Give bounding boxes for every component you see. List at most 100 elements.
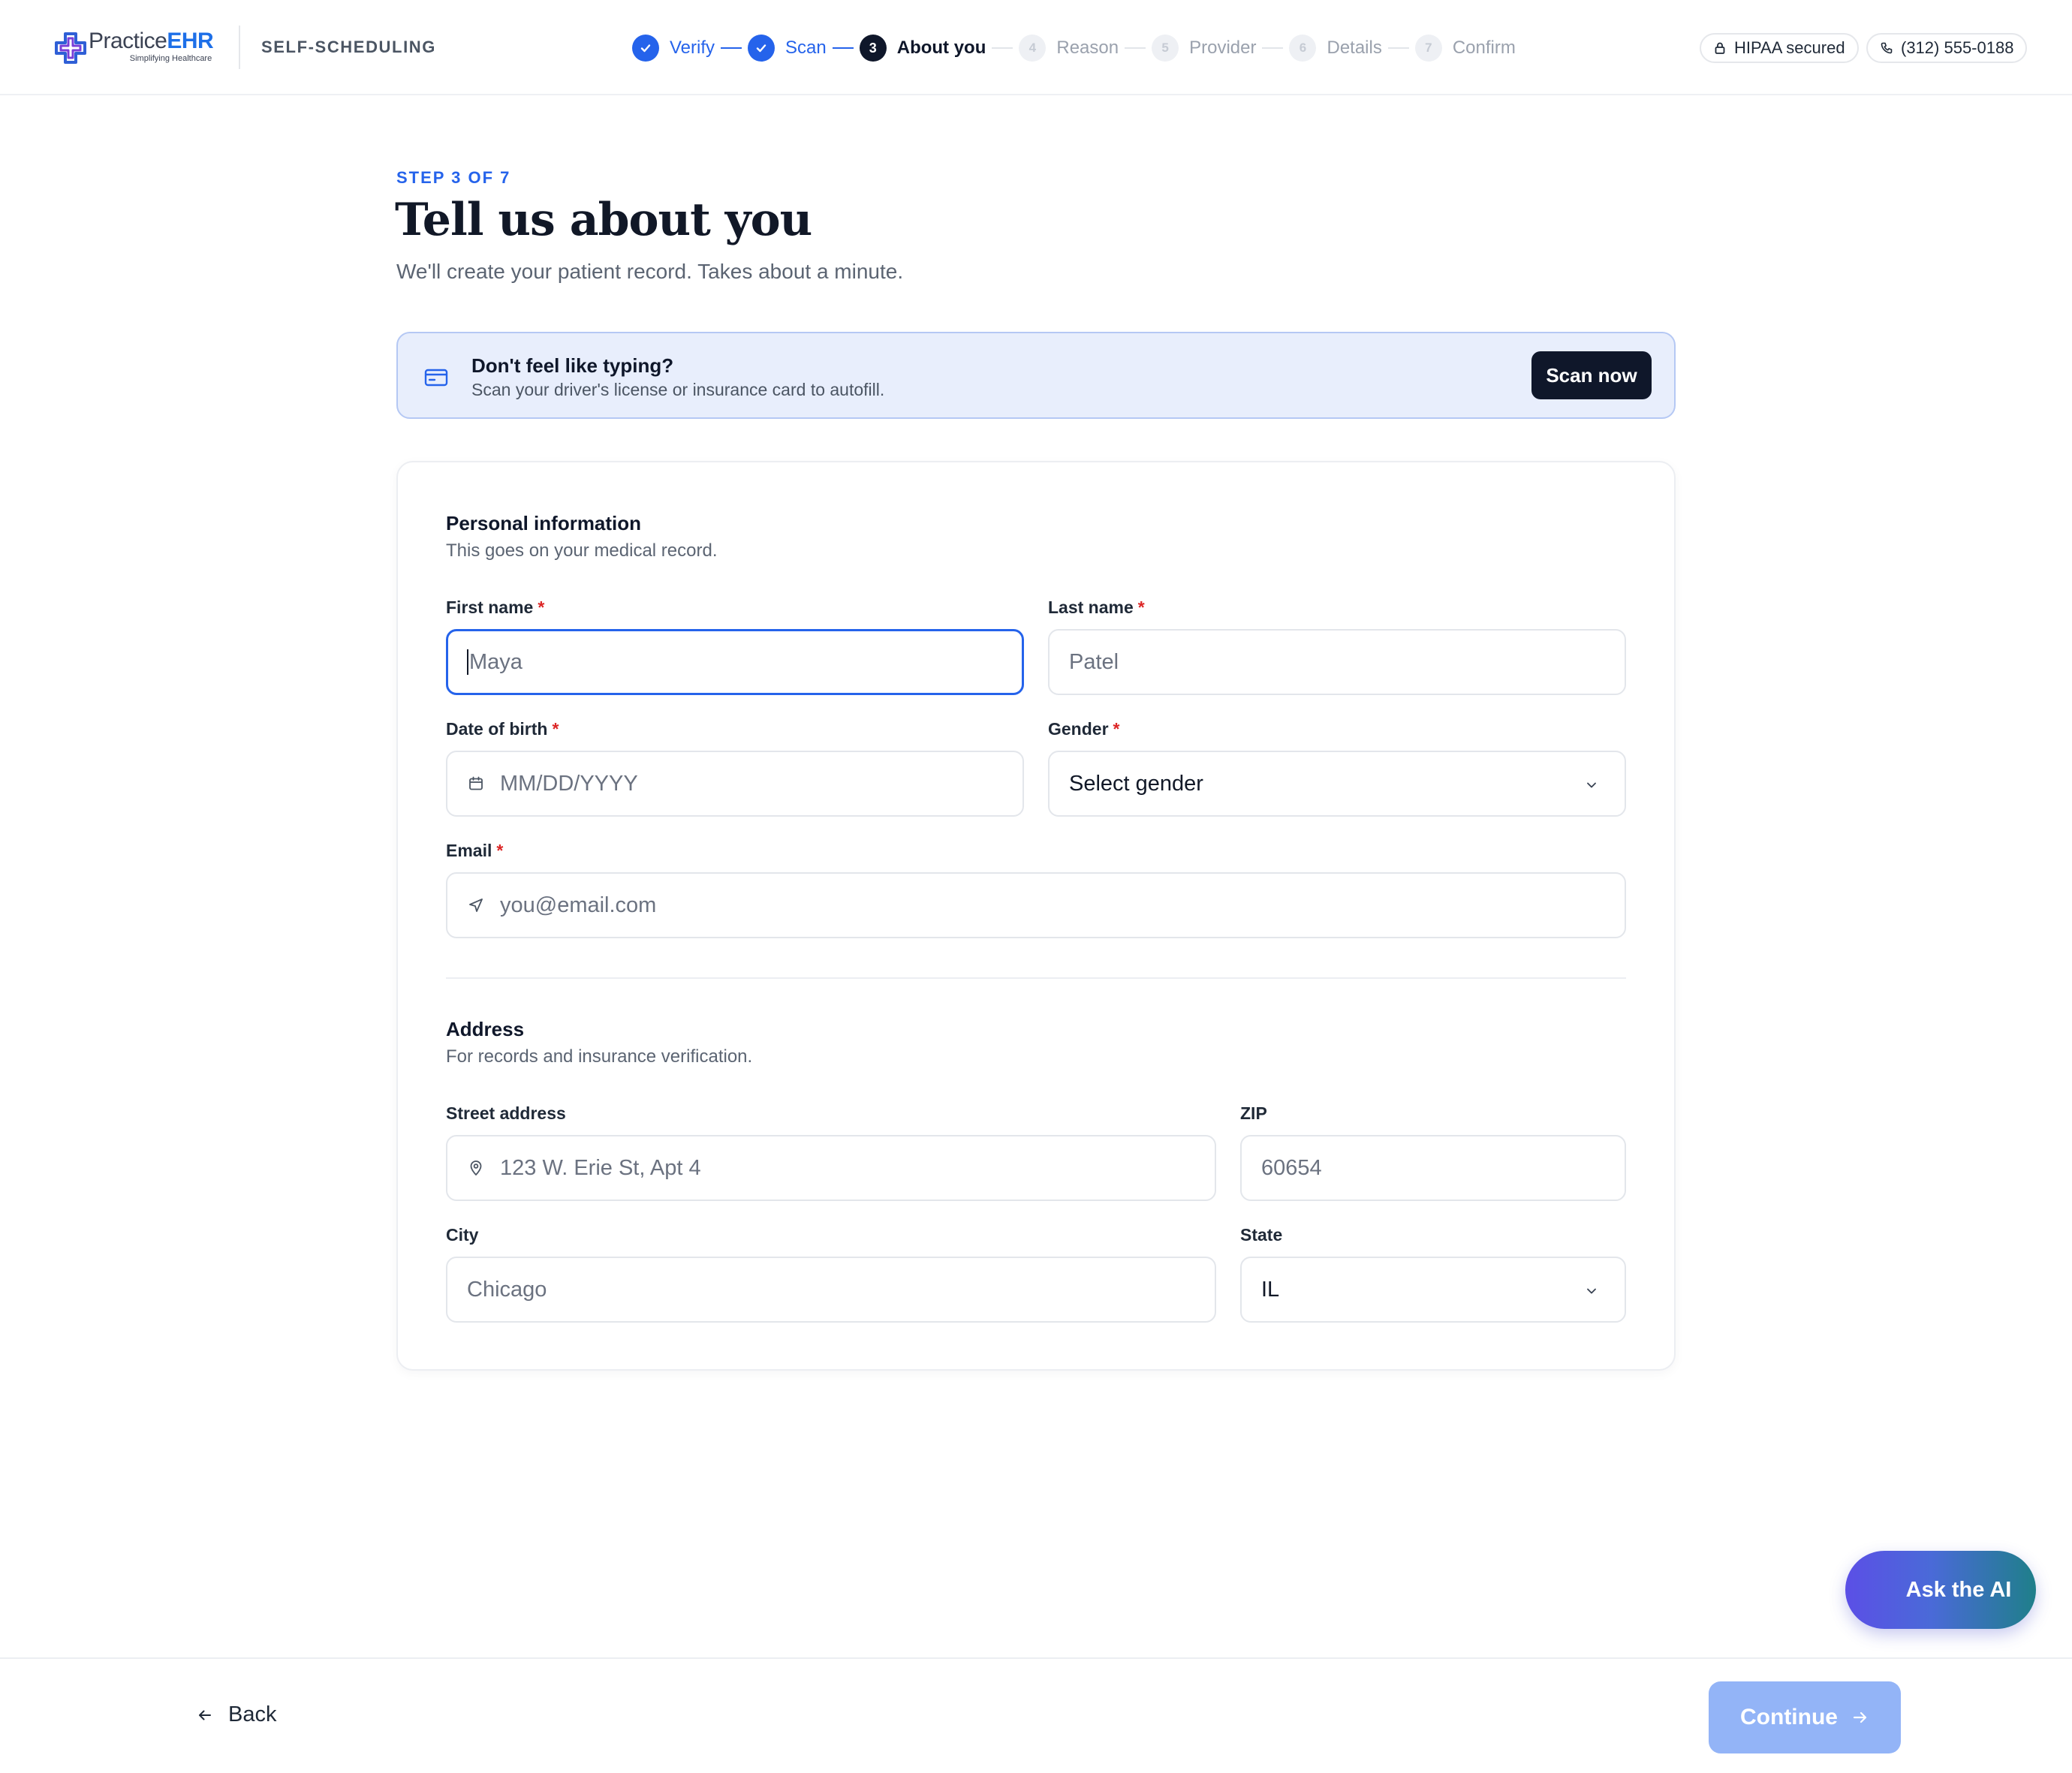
city-field[interactable] <box>446 1257 1216 1323</box>
personal-section-title: Personal information <box>446 512 642 534</box>
page-title: Tell us about you <box>395 194 812 246</box>
address-section-subtitle: For records and insurance verification. <box>446 1046 753 1067</box>
step-label: Verify <box>670 38 715 58</box>
step-connector <box>1387 47 1409 49</box>
back-label: Back <box>228 1702 277 1726</box>
required-mark: * <box>496 841 504 860</box>
footer-bar: Back Continue <box>0 1657 2072 1773</box>
arrow-left-icon <box>199 1710 211 1720</box>
step-scan[interactable]: Scan <box>748 35 827 62</box>
page-subtitle: We'll create your patient record. Takes … <box>396 260 904 283</box>
street-label: Street address <box>446 1103 566 1123</box>
first-name-input[interactable] <box>468 649 1022 675</box>
zip-label: ZIP <box>1240 1103 1267 1123</box>
last-name-field[interactable] <box>1048 629 1626 695</box>
step-details: 6 Details <box>1289 35 1382 62</box>
banner-text: Scan your driver's license or insurance … <box>471 380 885 399</box>
city-label: City <box>446 1225 479 1245</box>
continue-button[interactable]: Continue <box>1709 1681 1901 1753</box>
gender-label: Gender * <box>1048 719 1120 739</box>
hipaa-text: HIPAA secured <box>1734 38 1845 57</box>
back-button[interactable]: Back <box>197 1702 276 1727</box>
text-caret <box>467 649 468 675</box>
required-mark: * <box>1113 719 1120 739</box>
step-connector <box>1262 47 1284 49</box>
required-mark: * <box>1137 598 1145 617</box>
phone-number: (312) 555-0188 <box>1901 38 2014 57</box>
brand-name-a: Practice <box>89 29 167 53</box>
calendar-icon <box>469 776 483 790</box>
step-label: About you <box>896 38 986 58</box>
step-number: 3 <box>859 35 887 62</box>
email-field[interactable] <box>446 872 1626 938</box>
address-section-title: Address <box>446 1018 525 1040</box>
banner-title: Don't feel like typing? <box>471 354 674 377</box>
step-check-icon <box>632 35 659 62</box>
city-input[interactable] <box>467 1277 1215 1302</box>
dob-input[interactable] <box>500 771 1022 796</box>
dob-field[interactable] <box>446 751 1024 817</box>
map-pin-icon <box>470 1160 482 1175</box>
zip-field[interactable] <box>1240 1135 1626 1201</box>
phone-link[interactable]: (312) 555-0188 <box>1866 33 2028 63</box>
street-input[interactable] <box>500 1155 1215 1181</box>
step-reason: 4 Reason <box>1019 35 1119 62</box>
state-label: State <box>1240 1225 1283 1245</box>
gender-select[interactable]: Select gender <box>1048 751 1626 817</box>
step-verify[interactable]: Verify <box>632 35 715 62</box>
patient-form-card: Personal information This goes on your m… <box>396 461 1676 1371</box>
state-selected-value: IL <box>1261 1277 1280 1302</box>
chevron-down-icon <box>1587 1288 1596 1294</box>
continue-label: Continue <box>1740 1705 1838 1729</box>
step-number: 6 <box>1289 35 1317 62</box>
brand-logo[interactable]: PracticeEHR Simplifying Healthcare <box>54 27 214 69</box>
brand-name-b: EHR <box>167 29 214 53</box>
last-name-label: Last name * <box>1048 598 1145 617</box>
gender-selected-value: Select gender <box>1069 771 1203 796</box>
id-card-icon <box>424 369 448 387</box>
brand-tagline: Simplifying Healthcare <box>129 54 212 63</box>
email-input[interactable] <box>500 893 1625 918</box>
lock-icon <box>1715 42 1725 54</box>
scan-banner: Don't feel like typing? Scan your driver… <box>396 332 1676 419</box>
step-about-you: 3 About you <box>859 35 986 62</box>
email-label: Email * <box>446 841 504 860</box>
hipaa-badge: HIPAA secured <box>1700 33 1859 63</box>
medical-cross-icon <box>55 32 86 64</box>
chevron-down-icon <box>1587 782 1596 788</box>
step-connector <box>992 47 1013 49</box>
required-mark: * <box>552 719 559 739</box>
step-label: Confirm <box>1452 38 1516 58</box>
step-eyebrow: STEP 3 OF 7 <box>396 168 511 187</box>
step-label: Reason <box>1056 38 1119 58</box>
first-name-label: First name * <box>446 598 545 617</box>
personal-section-subtitle: This goes on your medical record. <box>446 540 718 561</box>
step-connector <box>1125 47 1146 49</box>
required-mark: * <box>538 598 545 617</box>
step-label: Details <box>1327 38 1382 58</box>
street-field[interactable] <box>446 1135 1216 1201</box>
step-connector <box>832 47 854 49</box>
progress-stepper: Verify Scan 3 About you 4 Reason 5 Provi… <box>632 33 1516 63</box>
state-select[interactable]: IL <box>1240 1257 1626 1323</box>
step-number: 5 <box>1152 35 1179 62</box>
section-divider <box>446 977 1626 979</box>
top-bar: PracticeEHR Simplifying Healthcare SELF-… <box>0 0 2072 95</box>
dob-label: Date of birth * <box>446 719 559 739</box>
brand-wordmark: PracticeEHR Simplifying Healthcare <box>89 27 214 69</box>
first-name-field[interactable] <box>446 629 1024 695</box>
step-provider: 5 Provider <box>1152 35 1256 62</box>
scan-now-button[interactable]: Scan now <box>1531 351 1652 399</box>
app-label: SELF-SCHEDULING <box>261 38 436 56</box>
send-icon <box>469 899 483 912</box>
step-confirm: 7 Confirm <box>1414 35 1516 62</box>
phone-icon <box>1881 42 1893 54</box>
step-number: 7 <box>1414 35 1442 62</box>
step-number: 4 <box>1019 35 1047 62</box>
last-name-input[interactable] <box>1069 649 1625 675</box>
ask-ai-button[interactable]: Ask the AI <box>1845 1551 2036 1629</box>
zip-input[interactable] <box>1261 1155 1625 1181</box>
step-label: Scan <box>785 38 827 58</box>
step-label: Provider <box>1189 38 1257 58</box>
arrow-right-icon <box>1853 1711 1867 1723</box>
